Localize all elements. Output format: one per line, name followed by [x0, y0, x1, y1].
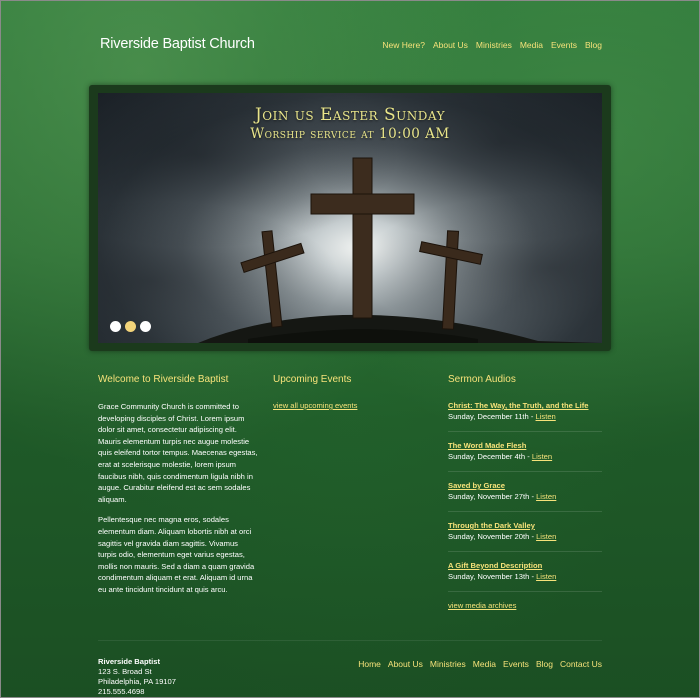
sermon-list: Christ: The Way, the Truth, and the Life… [448, 401, 602, 592]
slide-dot-3[interactable] [140, 321, 151, 332]
footer-nav-ministries[interactable]: Ministries [430, 659, 466, 669]
footer-address: Riverside Baptist 123 S. Broad St Philad… [98, 657, 176, 697]
footer-nav: Home About Us Ministries Media Events Bl… [358, 659, 602, 669]
welcome-heading: Welcome to Riverside Baptist [98, 374, 229, 385]
sermons-heading: Sermon Audios [448, 374, 516, 385]
events-heading: Upcoming Events [273, 374, 352, 385]
footer-phone: 215.555.4698 [98, 687, 145, 696]
slide-dot-2[interactable] [125, 321, 136, 332]
nav-new-here[interactable]: New Here? [382, 40, 425, 50]
welcome-paragraph-1: Grace Community Church is committed to d… [98, 402, 258, 504]
sermons-section: Sermon Audios Christ: The Way, the Truth… [448, 374, 602, 610]
footer-nav-blog[interactable]: Blog [536, 659, 553, 669]
sermon-date: Sunday, November 27th - [448, 492, 537, 501]
sermon-date: Sunday, November 20th - [448, 532, 537, 541]
sermon-item: Christ: The Way, the Truth, and the Life… [448, 401, 602, 432]
sermon-title-link[interactable]: A Gift Beyond Description [448, 561, 602, 571]
sermon-meta: Sunday, December 11th - Listen [448, 411, 602, 422]
listen-link[interactable]: Listen [536, 492, 556, 501]
nav-about-us[interactable]: About Us [433, 40, 468, 50]
slide-dot-1[interactable] [110, 321, 121, 332]
nav-ministries[interactable]: Ministries [476, 40, 512, 50]
slide-indicators [110, 321, 151, 332]
nav-media[interactable]: Media [520, 40, 543, 50]
view-all-events-link[interactable]: view all upcoming events [273, 401, 423, 410]
footer-nav-contact-us[interactable]: Contact Us [560, 659, 602, 669]
footer-nav-home[interactable]: Home [358, 659, 381, 669]
listen-link[interactable]: Listen [536, 532, 556, 541]
site-title[interactable]: Riverside Baptist Church [100, 36, 255, 52]
sermon-title-link[interactable]: The Word Made Flesh [448, 441, 602, 451]
nav-events[interactable]: Events [551, 40, 577, 50]
footer-street: 123 S. Broad St [98, 667, 152, 676]
listen-link[interactable]: Listen [536, 572, 556, 581]
nav-blog[interactable]: Blog [585, 40, 602, 50]
sermon-meta: Sunday, December 4th - Listen [448, 451, 602, 462]
sermon-title-link[interactable]: Christ: The Way, the Truth, and the Life [448, 401, 602, 411]
sermon-item: Saved by Grace Sunday, November 27th - L… [448, 481, 602, 512]
view-media-archives-link[interactable]: view media archives [448, 601, 602, 610]
listen-link[interactable]: Listen [536, 412, 556, 421]
sermon-meta: Sunday, November 27th - Listen [448, 491, 602, 502]
footer-nav-media[interactable]: Media [473, 659, 496, 669]
sermon-title-link[interactable]: Through the Dark Valley [448, 521, 602, 531]
listen-link[interactable]: Listen [532, 452, 552, 461]
sermon-date: Sunday, December 4th - [448, 452, 532, 461]
sermon-item: Through the Dark Valley Sunday, November… [448, 521, 602, 552]
hero-slideshow[interactable]: Join us Easter Sunday Worship service at… [98, 93, 602, 343]
hero-subheadline: Worship service at 10:00 AM [250, 126, 450, 142]
events-section: Upcoming Events view all upcoming events [273, 374, 423, 410]
footer-church-name: Riverside Baptist [98, 657, 161, 666]
footer-nav-events[interactable]: Events [503, 659, 529, 669]
sermon-item: The Word Made Flesh Sunday, December 4th… [448, 441, 602, 472]
sermon-meta: Sunday, November 20th - Listen [448, 531, 602, 542]
footer-nav-about-us[interactable]: About Us [388, 659, 423, 669]
sermon-date: Sunday, November 13th - [448, 572, 537, 581]
welcome-paragraph-2: Pellentesque nec magna eros, sodales ele… [98, 515, 255, 594]
main-nav: New Here? About Us Ministries Media Even… [382, 40, 602, 50]
welcome-section: Welcome to Riverside Baptist Grace Commu… [98, 374, 258, 596]
footer-divider [98, 640, 602, 641]
sermon-date: Sunday, December 11th - [448, 412, 536, 421]
footer-city: Philadelphia, PA 19107 [98, 677, 176, 686]
sermon-title-link[interactable]: Saved by Grace [448, 481, 602, 491]
sermon-item: A Gift Beyond Description Sunday, Novemb… [448, 561, 602, 592]
sermon-meta: Sunday, November 13th - Listen [448, 571, 602, 582]
hero-headline: Join us Easter Sunday [254, 105, 445, 125]
